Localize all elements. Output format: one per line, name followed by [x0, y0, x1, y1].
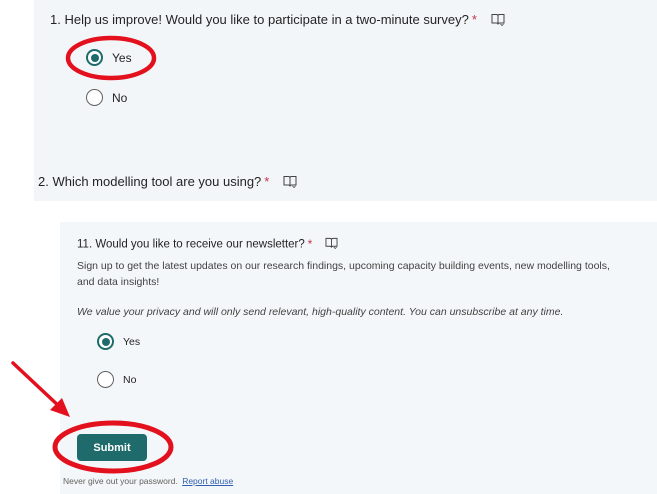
immersive-reader-icon[interactable] — [491, 13, 505, 29]
submit-button[interactable]: Submit — [77, 434, 147, 461]
q1-option-no[interactable]: No — [86, 89, 127, 106]
radio-checked-icon[interactable] — [97, 333, 114, 350]
option-label: No — [112, 90, 128, 105]
description-line: and data insights! — [77, 276, 160, 288]
required-mark: * — [264, 174, 270, 189]
q11-option-no[interactable]: No — [97, 371, 136, 388]
radio-checked-icon[interactable] — [86, 49, 103, 66]
q11-option-yes[interactable]: Yes — [97, 333, 140, 350]
question-1-text: 1. Help us improve! Would you like to pa… — [50, 12, 469, 27]
question-11-title: 11. Would you like to receive our newsle… — [77, 237, 338, 252]
description-line: Sign up to get the latest updates on our… — [77, 260, 610, 272]
question-2-text: 2. Which modelling tool are you using? — [38, 174, 262, 189]
footer: Never give out your password. Report abu… — [63, 476, 233, 486]
option-label: Yes — [112, 50, 132, 65]
option-label: Yes — [123, 335, 141, 348]
question-11-text: 11. Would you like to receive our newsle… — [77, 238, 305, 251]
report-abuse-link[interactable]: Report abuse — [182, 476, 233, 486]
privacy-note: We value your privacy and will only send… — [77, 306, 564, 318]
option-label: No — [123, 373, 137, 386]
immersive-reader-icon[interactable] — [325, 237, 338, 252]
question-1-title: 1. Help us improve! Would you like to pa… — [50, 12, 505, 29]
required-mark: * — [471, 12, 477, 27]
q1-option-yes[interactable]: Yes — [86, 49, 132, 66]
required-mark: * — [307, 238, 313, 251]
immersive-reader-icon[interactable] — [283, 175, 297, 191]
radio-unchecked-icon[interactable] — [86, 89, 103, 106]
question-panel-top — [34, 0, 657, 201]
footer-text: Never give out your password. — [63, 476, 178, 486]
radio-unchecked-icon[interactable] — [97, 371, 114, 388]
question-2-title: 2. Which modelling tool are you using? * — [38, 174, 297, 191]
question-11-description: Sign up to get the latest updates on our… — [77, 258, 652, 290]
